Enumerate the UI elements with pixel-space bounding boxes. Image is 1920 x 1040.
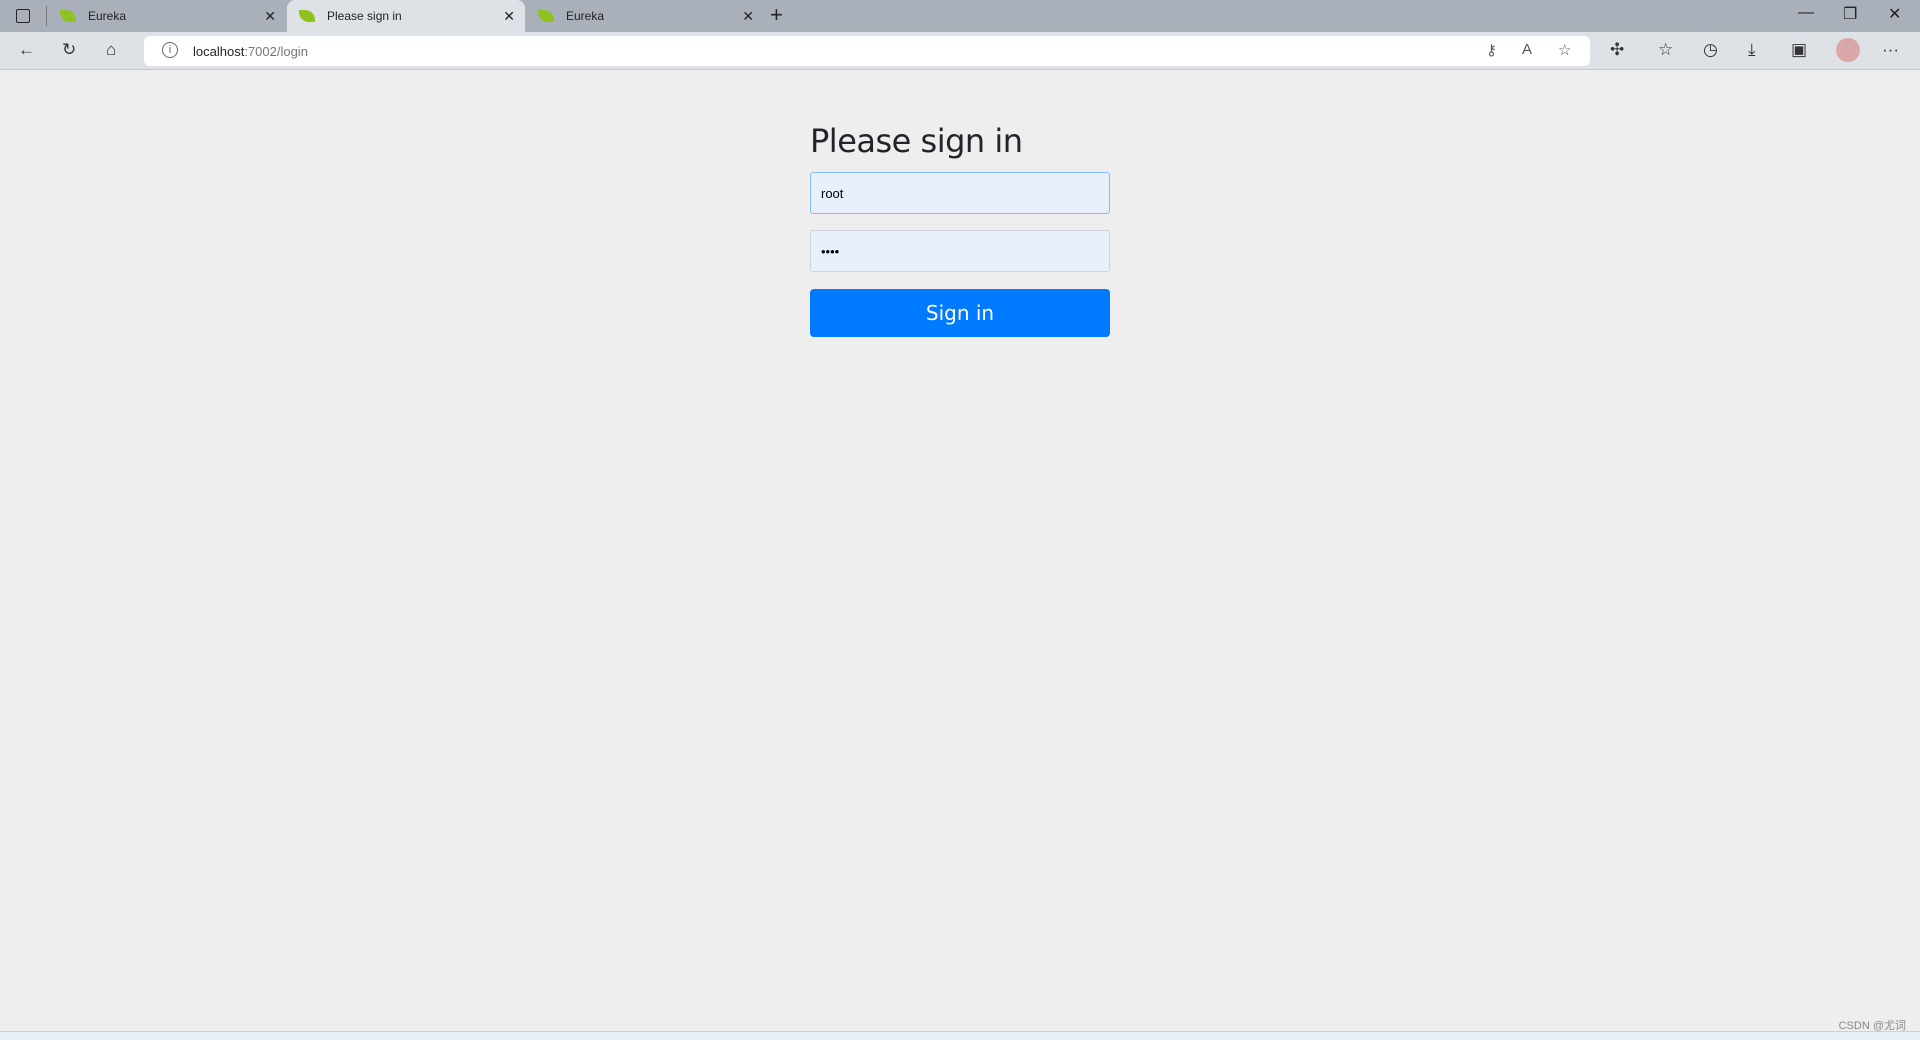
address-bar[interactable]: i localhost:7002/login ⚷ A ☆	[144, 36, 1590, 66]
spring-leaf-icon	[538, 10, 554, 22]
tab-actions-icon[interactable]	[16, 9, 30, 23]
collections-icon[interactable]: ▣	[1791, 40, 1807, 60]
tab-bar: Eureka ✕ Please sign in ✕ Eureka ✕ + — ❐…	[0, 0, 1920, 32]
spring-leaf-icon	[299, 10, 315, 22]
add-favorite-icon[interactable]: ☆	[1558, 41, 1571, 59]
page-title: Please sign in	[810, 122, 1023, 160]
spring-leaf-icon	[60, 10, 76, 22]
tab-label: Please sign in	[327, 9, 402, 23]
favorites-icon[interactable]: ☆	[1658, 40, 1673, 60]
login-form: Please sign in Sign in	[810, 122, 1110, 337]
back-icon[interactable]: ←	[18, 40, 35, 60]
restore-icon[interactable]: ❐	[1843, 4, 1857, 24]
home-icon[interactable]: ⌂	[106, 40, 116, 60]
password-input[interactable]	[810, 230, 1110, 272]
read-aloud-icon[interactable]: A	[1522, 41, 1532, 58]
close-icon[interactable]: ✕	[503, 8, 515, 25]
history-icon[interactable]: ◷	[1703, 40, 1718, 60]
close-icon[interactable]: ✕	[742, 8, 754, 25]
url-text[interactable]: localhost:7002/login	[193, 44, 308, 59]
tab-eureka-2[interactable]: Eureka ✕	[526, 0, 764, 32]
download-icon[interactable]: ⤓	[1748, 40, 1756, 60]
minimize-icon[interactable]: —	[1798, 4, 1814, 22]
divider	[46, 6, 47, 26]
extensions-icon[interactable]: ✣	[1610, 40, 1624, 60]
tab-label: Eureka	[88, 9, 127, 23]
tab-please-sign-in[interactable]: Please sign in ✕	[287, 0, 525, 32]
sign-in-button[interactable]: Sign in	[810, 289, 1110, 337]
close-window-icon[interactable]: ✕	[1888, 4, 1901, 24]
key-icon[interactable]: ⚷	[1486, 41, 1497, 59]
info-icon[interactable]: i	[162, 42, 178, 58]
close-icon[interactable]: ✕	[264, 8, 276, 25]
avatar[interactable]	[1836, 38, 1860, 62]
tab-eureka-1[interactable]: Eureka ✕	[48, 0, 286, 32]
browser-toolbar: ← ↻ ⌂ i localhost:7002/login ⚷ A ☆ ✣ ☆ ◷…	[0, 32, 1920, 70]
tab-label: Eureka	[566, 9, 605, 23]
refresh-icon[interactable]: ↻	[62, 40, 76, 60]
new-tab-icon[interactable]: +	[770, 2, 783, 28]
bottom-bar	[0, 1031, 1920, 1040]
more-icon[interactable]: ···	[1882, 40, 1899, 60]
username-input[interactable]	[810, 172, 1110, 214]
